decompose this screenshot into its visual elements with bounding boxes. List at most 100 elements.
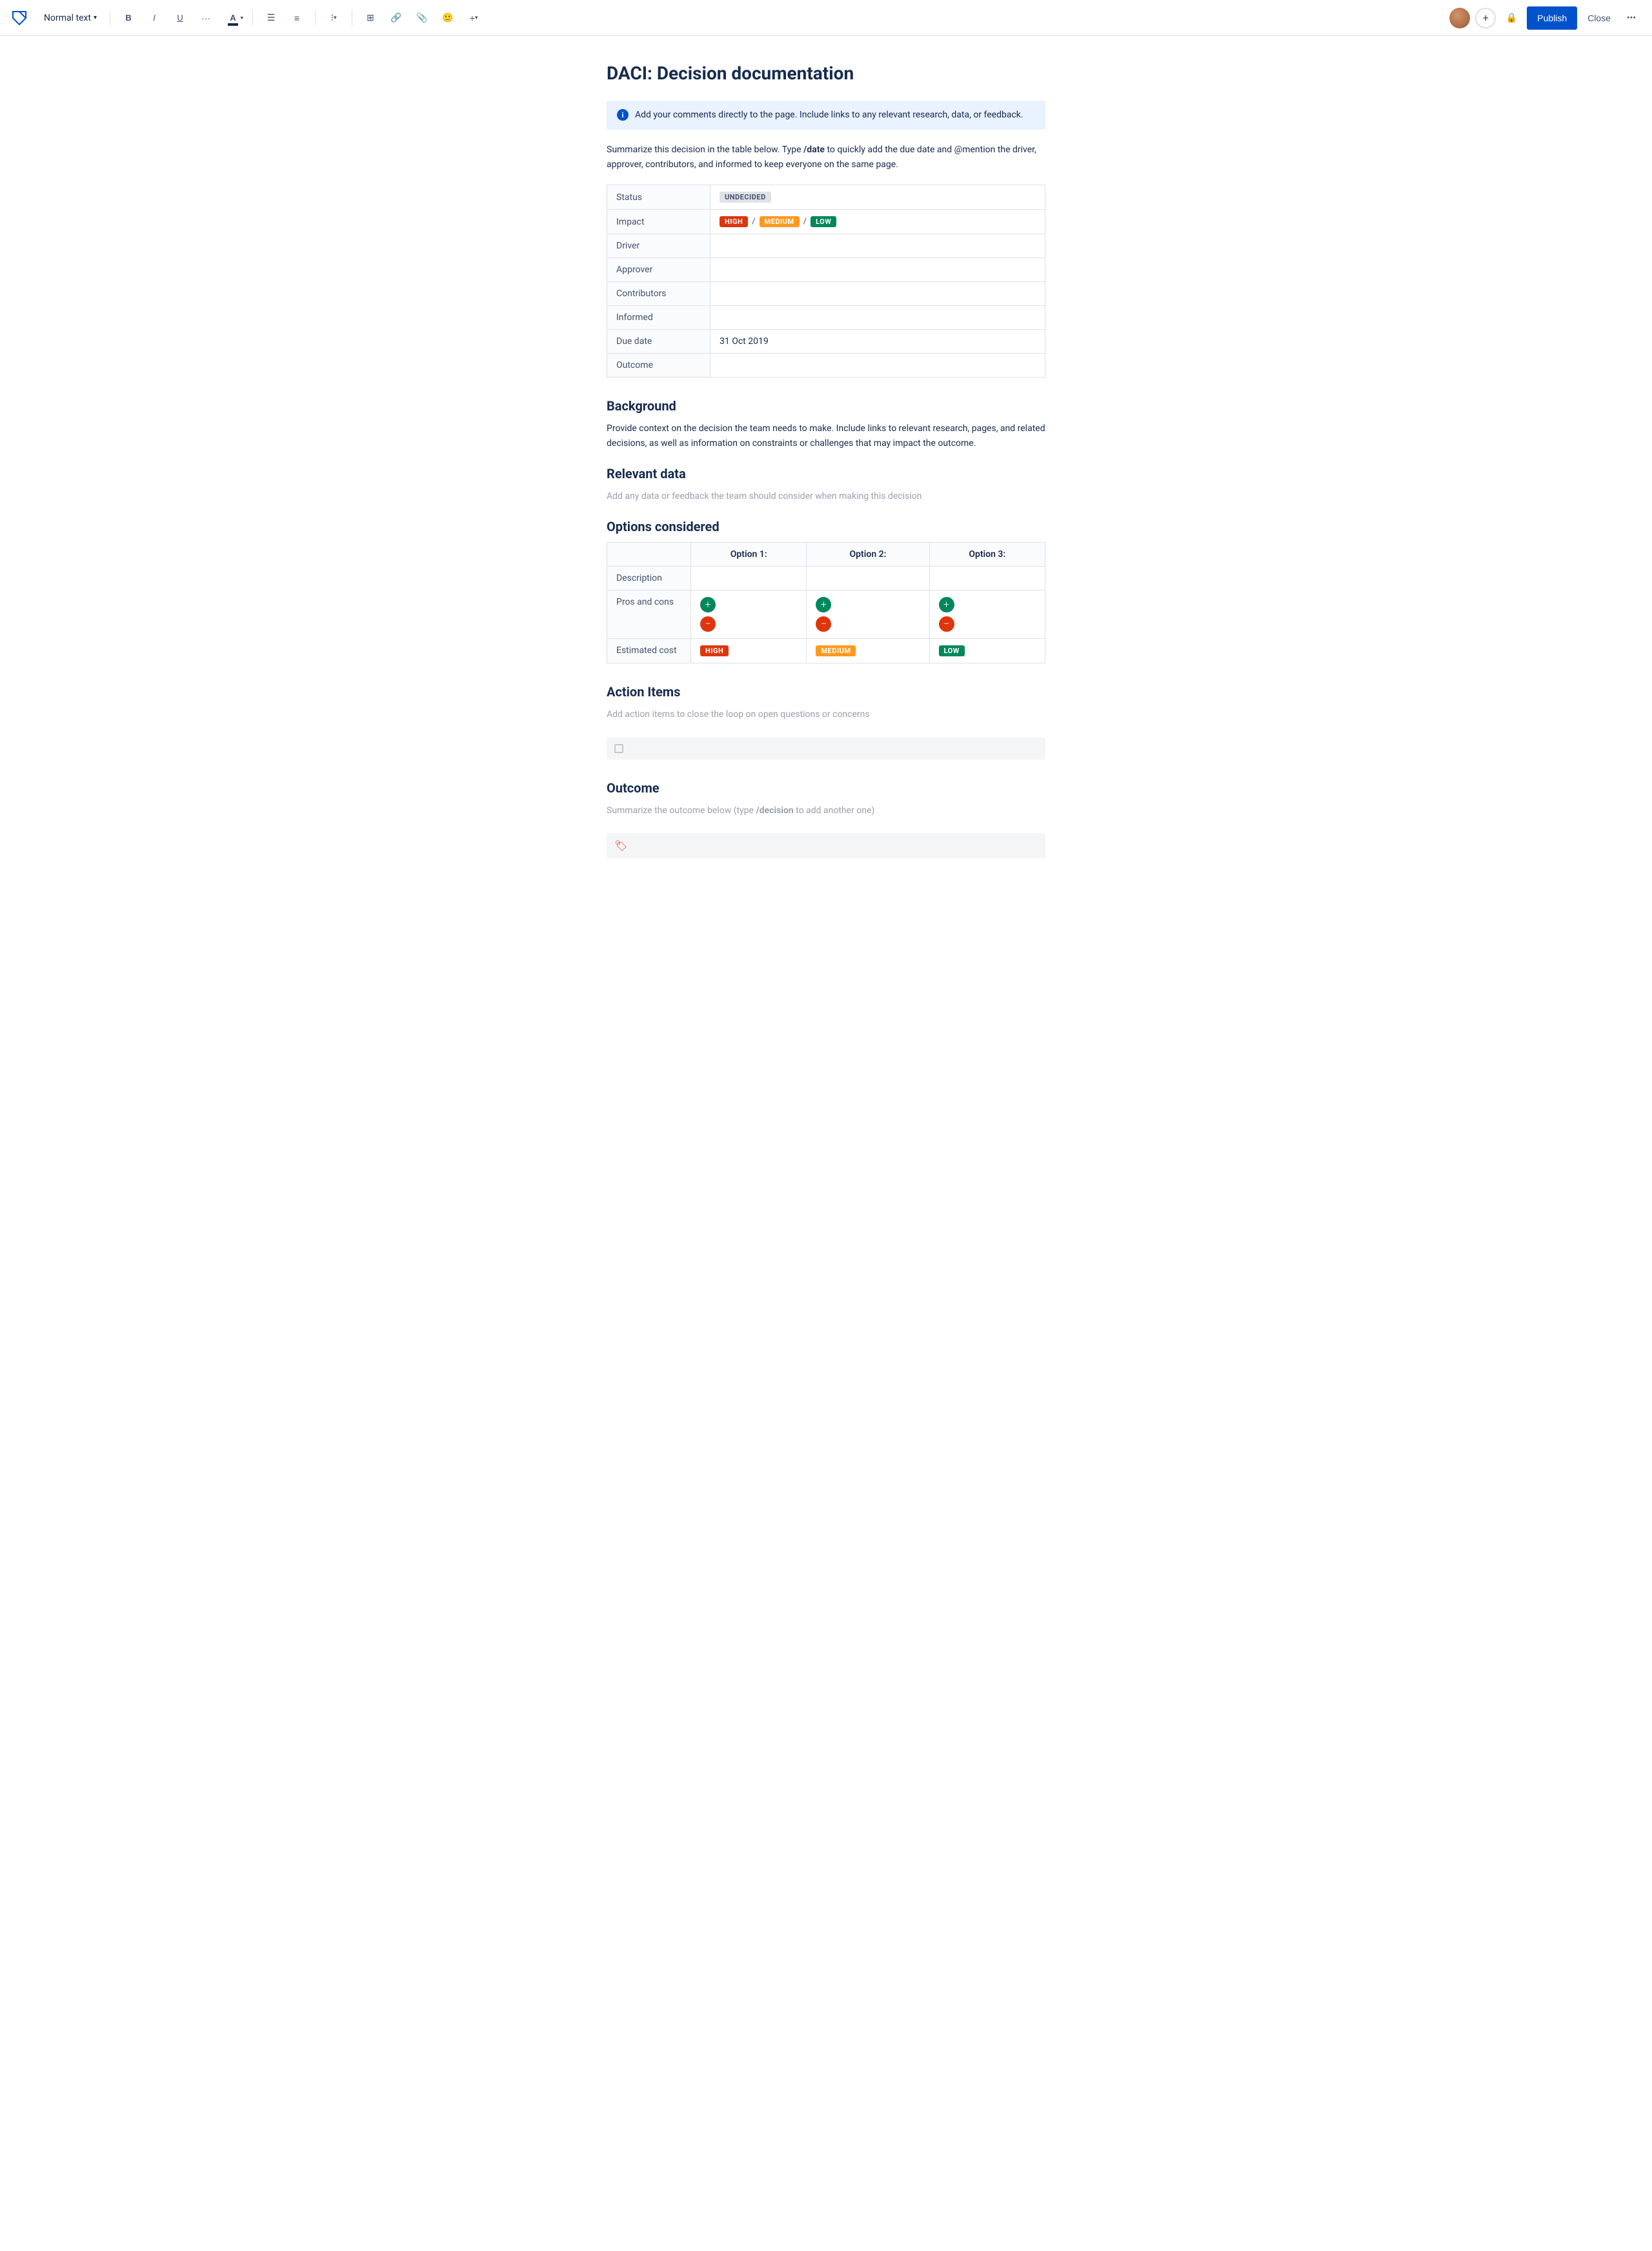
toolbar-divider-2	[252, 10, 253, 26]
toolbar-right: + 🔒 Publish Close •••	[1449, 6, 1642, 30]
chevron-down-icon: ▾	[334, 14, 337, 21]
lock-button[interactable]: 🔒	[1501, 8, 1522, 28]
options-table: Option 1: Option 2: Option 3: Descriptio…	[607, 542, 1045, 663]
table-cell-option1-proscons[interactable]: + −	[691, 591, 807, 639]
impact-separator: /	[752, 217, 755, 227]
table-cell-option3-cost[interactable]: LOW	[929, 639, 1045, 663]
plus-icon: +	[939, 597, 954, 612]
table-cell-option2-desc[interactable]	[807, 567, 929, 591]
text-style-selector[interactable]: Normal text ▾	[39, 10, 102, 26]
table-cell-label: Description	[607, 567, 691, 591]
link-button[interactable]: 🔗	[386, 8, 407, 28]
emoji-button[interactable]: 🙂	[438, 8, 458, 28]
italic-button[interactable]: I	[144, 8, 165, 28]
impact-row: HIGH / MEDIUM / LOW	[720, 216, 1036, 227]
relevant-data-heading: Relevant data	[607, 466, 1045, 481]
table-row: Description	[607, 567, 1045, 591]
impact-separator: /	[803, 217, 807, 227]
table-cell-option2-cost[interactable]: MEDIUM	[807, 639, 929, 663]
table-cell-option1-cost[interactable]: HIGH	[691, 639, 807, 663]
attachment-icon: 📎	[416, 12, 427, 23]
daci-table: Status UNDECIDED Impact HIGH / MEDIUM / …	[607, 185, 1045, 378]
cost-medium-badge: MEDIUM	[816, 645, 856, 656]
impact-low-badge: LOW	[811, 216, 836, 227]
bullet-list-button[interactable]: ☰	[261, 8, 281, 28]
info-icon: i	[617, 109, 629, 121]
outcome-command: /decision	[756, 805, 793, 816]
close-button[interactable]: Close	[1582, 9, 1616, 27]
checkbox-icon[interactable]	[614, 744, 623, 753]
outcome-text-after: to add another one)	[796, 805, 874, 816]
table-cell-value[interactable]	[710, 258, 1045, 282]
options-header-row: Option 1: Option 2: Option 3:	[607, 543, 1045, 567]
pros-cons-icons: + −	[816, 597, 920, 632]
table-cell-value[interactable]	[710, 354, 1045, 378]
table-row: Status UNDECIDED	[607, 185, 1045, 210]
outcome-text-before: Summarize the outcome below (type	[607, 805, 756, 816]
page-title[interactable]: DACI: Decision documentation	[607, 62, 1045, 85]
toolbar-divider-3	[315, 10, 316, 26]
insert-plus-button[interactable]: + ▾	[463, 8, 484, 28]
table-row: Pros and cons + − + − + −	[607, 591, 1045, 639]
table-cell-label: Contributors	[607, 282, 710, 306]
table-cell-value[interactable]: 31 Oct 2019	[710, 330, 1045, 354]
color-button[interactable]: A ▾	[221, 8, 245, 28]
intro-text: Summarize this decision in the table bel…	[607, 143, 1045, 172]
table-cell-value[interactable]: UNDECIDED	[710, 185, 1045, 210]
action-items-input[interactable]	[607, 738, 1045, 760]
text-color-icon: A	[230, 13, 236, 23]
intro-text-before: Summarize this decision in the table bel…	[607, 145, 803, 155]
table-cell-option1-desc[interactable]	[691, 567, 807, 591]
table-row: Due date 31 Oct 2019	[607, 330, 1045, 354]
table-cell-option3-desc[interactable]	[929, 567, 1045, 591]
table-cell-label: Impact	[607, 210, 710, 234]
table-cell-option3-proscons[interactable]: + −	[929, 591, 1045, 639]
table-row: Estimated cost HIGH MEDIUM LOW	[607, 639, 1045, 663]
pros-cons-icons: + −	[939, 597, 1036, 632]
plus-icon: +	[470, 13, 475, 23]
table-cell-value[interactable]	[710, 234, 1045, 258]
table-cell-value[interactable]: HIGH / MEDIUM / LOW	[710, 210, 1045, 234]
more-options-button[interactable]: •••	[1621, 8, 1642, 28]
intro-command: /date	[803, 145, 825, 155]
avatar[interactable]	[1449, 8, 1470, 28]
color-swatch	[228, 23, 238, 26]
action-items-heading: Action Items	[607, 684, 1045, 700]
impact-high-badge: HIGH	[720, 216, 748, 227]
table-cell-label: Informed	[607, 306, 710, 330]
attachment-button[interactable]: 📎	[412, 8, 432, 28]
plus-icon: +	[1483, 12, 1489, 24]
table-row: Impact HIGH / MEDIUM / LOW	[607, 210, 1045, 234]
table-cell-value[interactable]	[710, 282, 1045, 306]
info-banner: i Add your comments directly to the page…	[607, 101, 1045, 130]
table-cell-label: Pros and cons	[607, 591, 691, 639]
plus-icon: +	[700, 597, 716, 612]
table-row: Contributors	[607, 282, 1045, 306]
publish-button[interactable]: Publish	[1527, 6, 1577, 30]
more-format-button[interactable]: ···	[196, 8, 216, 28]
underline-button[interactable]: U	[170, 8, 190, 28]
table-button[interactable]: ⊞	[360, 8, 381, 28]
chevron-down-icon: ▾	[94, 14, 97, 21]
numbered-list-button[interactable]: ≡	[287, 8, 307, 28]
outcome-input[interactable]: 🏷	[607, 833, 1045, 858]
pros-cons-icons: + −	[700, 597, 797, 632]
outcome-subtext: Summarize the outcome below (type /decis…	[607, 803, 1045, 818]
chevron-down-icon: ▾	[475, 14, 478, 21]
bullet-list-icon: ☰	[267, 12, 276, 23]
bold-button[interactable]: B	[118, 8, 139, 28]
info-banner-text: Add your comments directly to the page. …	[635, 108, 1023, 122]
minus-icon: −	[816, 616, 831, 632]
add-collaborator-button[interactable]: +	[1475, 8, 1496, 28]
more-icon: •••	[1627, 13, 1636, 23]
plus-icon: +	[816, 597, 831, 612]
table-cell-option2-proscons[interactable]: + −	[807, 591, 929, 639]
alignment-button[interactable]: ⁝ ▾	[323, 8, 344, 28]
avatar-image	[1449, 8, 1470, 28]
status-badge: UNDECIDED	[720, 192, 771, 203]
impact-medium-badge: MEDIUM	[760, 216, 800, 227]
table-cell-label: Due date	[607, 330, 710, 354]
app-logo	[10, 9, 28, 27]
table-cell-label: Outcome	[607, 354, 710, 378]
table-cell-value[interactable]	[710, 306, 1045, 330]
